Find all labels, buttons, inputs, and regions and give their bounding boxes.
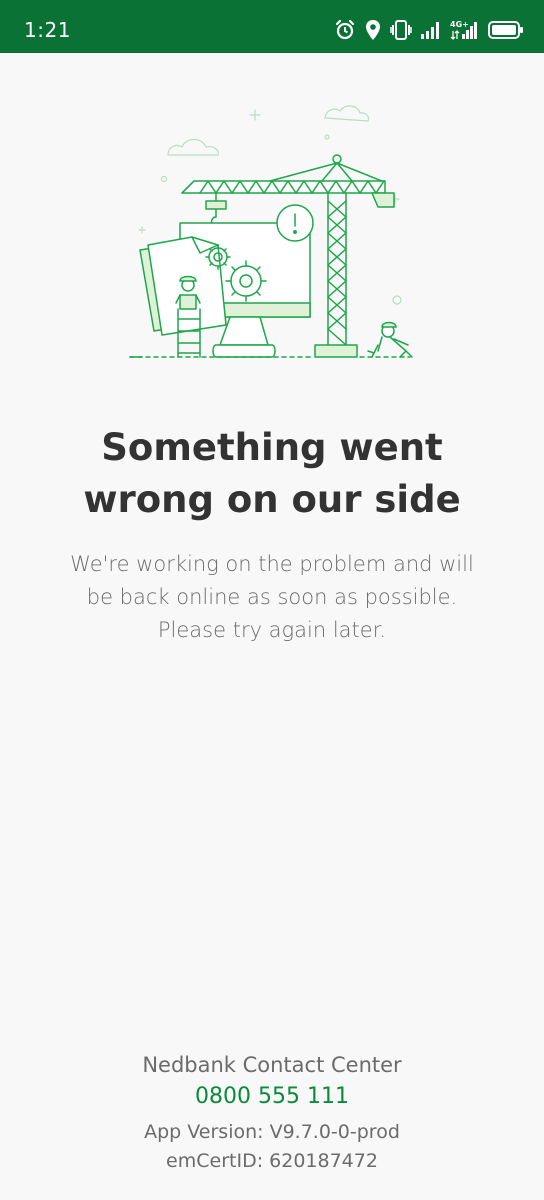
network-label: 4G+ (450, 20, 469, 29)
location-icon (366, 20, 380, 40)
error-message: We're working on the problem and will be… (40, 548, 504, 647)
cert-id: emCertID: 620187472 (166, 1150, 378, 1172)
error-message-line-2: be back online as soon as possible. (86, 585, 458, 609)
construction-crane-illustration (129, 105, 413, 358)
vibrate-icon (390, 20, 412, 40)
contact-center-label: Nedbank Contact Center (142, 1053, 402, 1077)
status-time: 1:21 (24, 18, 71, 42)
error-title-line-1: Something went (101, 426, 443, 469)
footer: Nedbank Contact Center 0800 555 111 App … (0, 1048, 544, 1176)
error-title: Something went wrong on our side (30, 422, 514, 526)
battery-icon (488, 21, 523, 39)
error-title-line-2: wrong on our side (83, 478, 461, 521)
error-message-line-3: Please try again later. (157, 618, 387, 642)
alarm-icon (335, 19, 355, 40)
signal-icon (421, 22, 439, 39)
app-version: App Version: V9.7.0-0-prod (144, 1121, 400, 1143)
error-message-line-1: We're working on the problem and will (70, 552, 474, 576)
status-bar: 1:21 4G+ (0, 0, 544, 53)
status-icons: 4G+ (334, 18, 524, 42)
contact-phone-link[interactable]: 0800 555 111 (195, 1082, 349, 1112)
lte-signal-icon: 4G+ (450, 20, 477, 40)
